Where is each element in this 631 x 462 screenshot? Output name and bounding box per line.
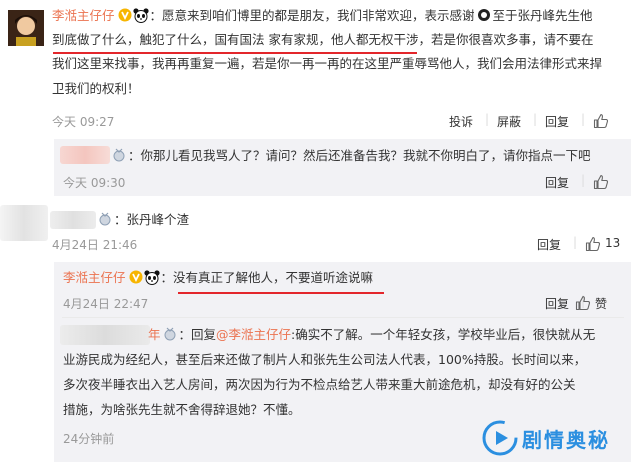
comment-text: ：愿意来到咱们博里的都是朋友，我们非常欢迎，表示感谢 bbox=[149, 8, 475, 23]
comment-1: 李湉主仔仔 ：愿意来到咱们博里的都是朋友，我们非常欢迎，表示感谢 至于张丹峰先生他 … bbox=[0, 0, 631, 135]
reply-3-line-3: 多次夜半睡衣出入艺人房间，两次因为行为不检点给艺人带来重大前途危机，却没有好的公… bbox=[63, 377, 576, 392]
reply-button[interactable]: 回复 bbox=[545, 174, 569, 191]
emoji-icon bbox=[477, 6, 491, 30]
like-thumb-icon[interactable] bbox=[585, 236, 601, 252]
comment-1-line-3: 我们这里来找事，我再再重复一遍，若是你一再一再的在这里严重辱骂他人，我们会用法律… bbox=[52, 56, 603, 71]
reply-button[interactable]: 回复 bbox=[545, 113, 569, 130]
reply-3-line-1: 年 ：回复@李湉主仔仔:确实不了解。一个年轻女孩，学校毕业后，很快就从无 bbox=[148, 323, 595, 349]
like-thumb-icon[interactable] bbox=[575, 295, 591, 311]
reply-3-line-4: 措施，为啥张先生就不舍得辞退她？不懂。 bbox=[63, 402, 301, 417]
medal-icon bbox=[163, 325, 177, 349]
medal-icon bbox=[98, 210, 112, 234]
like-thumb-icon[interactable] bbox=[593, 113, 609, 129]
like-thumb-icon[interactable] bbox=[593, 174, 609, 190]
medal-icon bbox=[112, 146, 126, 170]
reply-text: :确实不了解。一个年轻女孩，学校毕业后，很快就从无 bbox=[291, 327, 596, 342]
reply-3-line-2: 业游民成为经纪人，甚至后来还做了制片人和张先生公司法人代表，100%持股。长时间… bbox=[63, 352, 587, 367]
comment-text: ：张丹峰个渣 bbox=[114, 212, 190, 227]
comment-time: 4月24日 21:46 bbox=[52, 238, 138, 252]
comment-1-line-1: 李湉主仔仔 ：愿意来到咱们博里的都是朋友，我们非常欢迎，表示感谢 至于张丹峰先生他 bbox=[52, 4, 593, 31]
divider bbox=[62, 317, 624, 318]
comment-1-line-4: 卫我们的权利！ bbox=[52, 81, 140, 96]
divider: | bbox=[573, 235, 578, 249]
divider: | bbox=[581, 173, 586, 187]
author-name[interactable]: 李湉主仔仔 bbox=[52, 8, 115, 23]
report-button[interactable]: 投诉 bbox=[449, 113, 473, 130]
reply-text: ：你那儿看见我骂人了？请问？然后还准备告我？我就不你明白了，请你指点一下吧 bbox=[128, 148, 591, 163]
comment-2-text-line: ：张丹峰个渣 bbox=[96, 208, 189, 234]
reply-prefix: ：回复 bbox=[178, 327, 217, 342]
verified-v-icon bbox=[118, 6, 132, 30]
blurred-avatar bbox=[0, 205, 48, 241]
block-button[interactable]: 屏蔽 bbox=[497, 113, 521, 130]
reply-text: ：没有真正了解他人，不要道听途说嘛 bbox=[160, 270, 374, 285]
play-logo-icon bbox=[482, 420, 518, 456]
reply-time: 今天 09:30 bbox=[63, 176, 126, 190]
like-button[interactable]: 赞 bbox=[595, 295, 607, 312]
comment-time: 今天 09:27 bbox=[52, 115, 115, 129]
author-name-tail[interactable]: 年 bbox=[148, 327, 161, 342]
author-name[interactable]: 李湉主仔仔 bbox=[63, 270, 126, 285]
divider: | bbox=[485, 112, 490, 126]
comment-1-line-2: 到底做了什么，触犯了什么，国有国法 家有家规，他人都无权干涉，若是你很喜欢多事，… bbox=[52, 32, 594, 47]
like-count: 13 bbox=[605, 236, 621, 250]
highlight-underline bbox=[178, 292, 384, 294]
mention-link[interactable]: @李湉主仔仔 bbox=[216, 327, 291, 342]
blurred-username bbox=[60, 146, 110, 164]
blurred-username bbox=[60, 325, 150, 345]
divider: | bbox=[581, 112, 586, 126]
reply-time: 4月24日 22:47 bbox=[63, 297, 149, 311]
reply-2-text-line: 李湉主仔仔 ：没有真正了解他人，不要道听途说嘛 bbox=[63, 266, 373, 293]
watermark-text: 剧情奥秘 bbox=[522, 428, 610, 452]
reply-button[interactable]: 回复 bbox=[537, 236, 561, 253]
blurred-username bbox=[50, 211, 96, 229]
divider: | bbox=[533, 112, 538, 126]
panda-icon bbox=[143, 269, 160, 293]
reply-time: 24分钟前 bbox=[63, 432, 115, 446]
verified-v-icon bbox=[129, 268, 143, 292]
comment-text-cont: 至于张丹峰先生他 bbox=[492, 8, 593, 23]
reply-button[interactable]: 回复 bbox=[545, 295, 569, 312]
reply-1-text-line: ：你那儿看见我骂人了？请问？然后还准备告我？我就不你明白了，请你指点一下吧 bbox=[110, 144, 591, 170]
avatar[interactable] bbox=[8, 10, 44, 46]
watermark: 剧情奥秘 bbox=[482, 418, 627, 458]
